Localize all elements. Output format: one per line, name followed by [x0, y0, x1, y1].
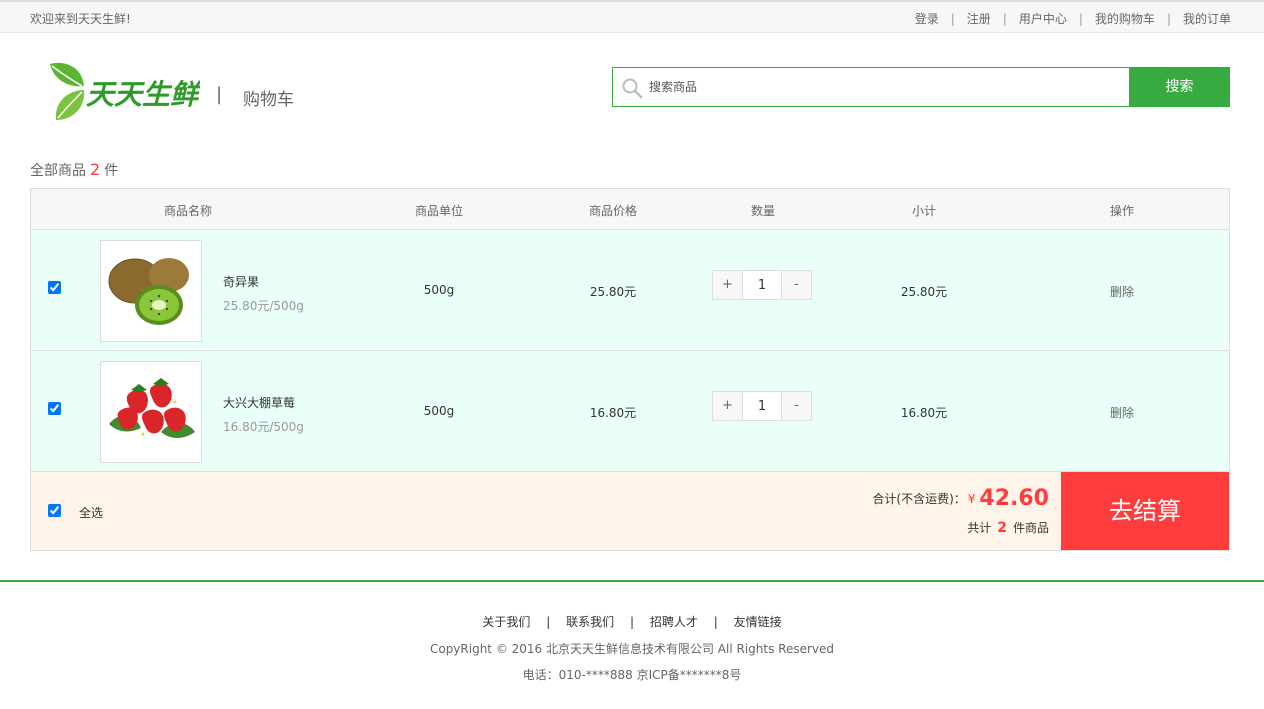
- cart-row: 大兴大棚草莓 16.80元/500g 500g 16.80元 + - 16.80…: [31, 351, 1229, 472]
- total-price-label: 合计(不含运费)：: [872, 492, 966, 506]
- divider: |: [546, 615, 551, 629]
- search-button[interactable]: 搜索: [1129, 67, 1230, 107]
- divider: |: [1166, 11, 1171, 26]
- quantity-plus-button[interactable]: +: [713, 271, 743, 299]
- top-links: 登录 | 注册 | 用户中心 | 我的购物车 | 我的订单: [915, 10, 1231, 27]
- product-unit: 500g: [423, 283, 455, 297]
- count-value: 2: [997, 520, 1007, 536]
- user-center-link[interactable]: 用户中心: [1019, 10, 1067, 27]
- product-unit-price: 16.80元/500g: [223, 420, 304, 434]
- col-action: 操作: [1109, 204, 1135, 218]
- delete-link[interactable]: 删除: [1110, 404, 1134, 421]
- divider: |: [629, 615, 635, 629]
- product-subtotal: 25.80元: [900, 285, 948, 299]
- my-cart-link[interactable]: 我的购物车: [1095, 10, 1155, 27]
- quantity-minus-button[interactable]: -: [781, 392, 811, 420]
- divider: |: [950, 11, 955, 26]
- quantity-minus-button[interactable]: -: [781, 271, 811, 299]
- col-unit: 商品单位: [414, 204, 464, 218]
- copyright-text: CopyRight © 2016 北京天天生鲜信息技术有限公司 All Righ…: [429, 642, 835, 656]
- cart-row: 奇异果 25.80元/500g 500g 25.80元 + - 25.80元 删…: [31, 230, 1229, 351]
- quantity-plus-button[interactable]: +: [713, 392, 743, 420]
- search-input[interactable]: [649, 68, 1119, 106]
- total-suffix: 件: [104, 163, 119, 179]
- item-checkbox[interactable]: [48, 402, 61, 415]
- cart-table: 商品名称 商品单位 商品价格 数量 小计 操作 奇异果 25.80元/500g …: [30, 188, 1230, 551]
- col-subtotal: 小计: [911, 204, 937, 218]
- footer-divider: [0, 580, 1264, 582]
- item-count-line: 共计 2 件商品: [967, 519, 1049, 536]
- contact-us-link[interactable]: 联系我们: [566, 615, 614, 629]
- about-us-link[interactable]: 关于我们: [482, 615, 530, 629]
- product-name[interactable]: 大兴大棚草莓: [223, 394, 295, 411]
- product-subtotal: 16.80元: [900, 406, 948, 420]
- quantity-stepper: + -: [712, 391, 812, 421]
- top-bar: 欢迎来到天天生鲜! 登录 | 注册 | 用户中心 | 我的购物车 | 我的订单: [0, 0, 1264, 33]
- cart-summary: 全选 合计(不含运费)： ¥42.60 共计 2 件商品 去结算: [31, 472, 1229, 550]
- col-quantity: 数量: [750, 204, 776, 218]
- cart-total-count: 全部商品 2 件: [30, 160, 118, 180]
- quantity-input[interactable]: [743, 392, 781, 420]
- delete-link[interactable]: 删除: [1110, 283, 1134, 300]
- divider: |: [1002, 11, 1007, 26]
- item-checkbox[interactable]: [48, 281, 61, 294]
- total-prefix: 全部商品: [30, 163, 86, 179]
- contact-text: 电话：010-****888 京ICP备*******8号: [522, 668, 742, 682]
- product-price: 16.80元: [589, 406, 637, 420]
- register-link[interactable]: 注册: [967, 10, 991, 27]
- careers-link[interactable]: 招聘人才: [650, 615, 698, 629]
- checkout-button[interactable]: 去结算: [1061, 472, 1229, 550]
- quantity-input[interactable]: [743, 271, 781, 299]
- total-amount: 42.60: [979, 486, 1049, 511]
- svg-text:天天生鲜: 天天生鲜: [86, 78, 200, 111]
- product-price: 25.80元: [589, 285, 637, 299]
- col-price: 商品价格: [588, 204, 638, 218]
- search-box: [612, 67, 1130, 107]
- table-header: 商品名称 商品单位 商品价格 数量 小计 操作: [31, 189, 1229, 230]
- friend-links-link[interactable]: 友情链接: [734, 615, 782, 629]
- product-image-kiwi[interactable]: [100, 240, 202, 342]
- select-all-checkbox[interactable]: [48, 504, 61, 517]
- divider: |: [1078, 11, 1083, 26]
- site-logo[interactable]: 天天生鲜: [44, 56, 202, 126]
- product-name[interactable]: 奇异果: [223, 273, 259, 290]
- total-number: 2: [90, 160, 101, 179]
- currency-symbol: ¥: [967, 492, 976, 506]
- quantity-stepper: + -: [712, 270, 812, 300]
- select-all-label[interactable]: 全选: [79, 504, 103, 521]
- my-orders-link[interactable]: 我的订单: [1183, 10, 1231, 27]
- page-title: 购物车: [243, 90, 294, 110]
- search-icon: [622, 78, 643, 99]
- footer-links: 关于我们 | 联系我们 | 招聘人才 | 友情链接: [0, 613, 1264, 630]
- count-suffix: 件商品: [1012, 521, 1049, 535]
- divider: |: [713, 615, 718, 629]
- product-unit: 500g: [423, 404, 455, 418]
- product-image-strawberry[interactable]: [100, 361, 202, 463]
- total-price-line: 合计(不含运费)： ¥42.60: [872, 486, 1049, 511]
- login-link[interactable]: 登录: [915, 10, 939, 27]
- header-divider: |: [216, 84, 223, 105]
- welcome-text: 欢迎来到天天生鲜!: [30, 12, 131, 26]
- col-product-name: 商品名称: [163, 204, 213, 218]
- count-prefix: 共计: [967, 521, 992, 535]
- product-unit-price: 25.80元/500g: [223, 299, 304, 313]
